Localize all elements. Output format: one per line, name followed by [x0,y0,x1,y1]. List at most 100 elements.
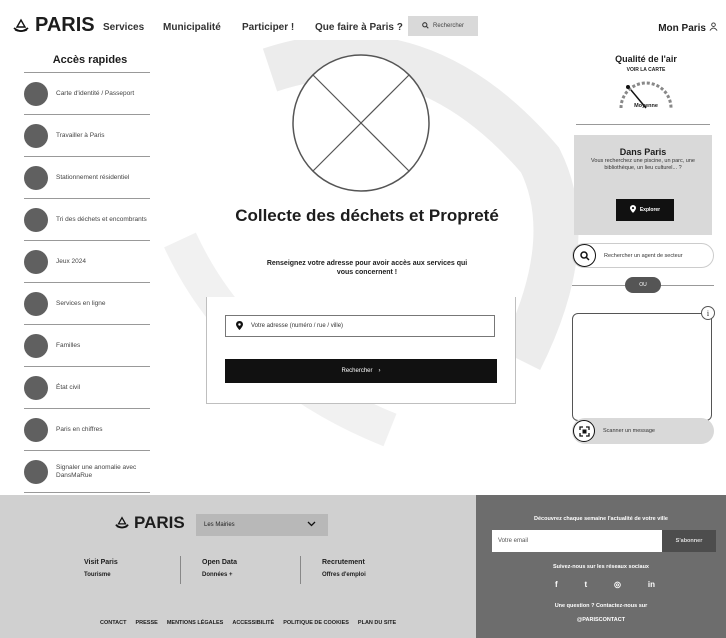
quick-access-label: Services en ligne [56,299,106,307]
quick-access-item[interactable]: Stationnement résidentiel [24,157,150,199]
mairies-select[interactable]: Les Mairies [196,514,328,536]
quick-access-item[interactable]: Tri des déchets et encombrants [24,199,150,241]
or-separator: OU [625,277,661,293]
quick-access-icon [24,291,48,316]
nav-services[interactable]: Services [103,22,144,33]
quick-access-title: Accès rapides [52,54,128,66]
nav-que-faire[interactable]: Que faire à Paris ? [315,22,403,33]
quick-access-label: Familles [56,341,81,349]
quick-access-label: Paris en chiffres [56,425,103,433]
quick-access-icon [24,333,48,358]
divider [576,124,710,125]
footer-column-title[interactable]: Visit Paris [84,559,194,566]
air-quality-title: Qualité de l'air [615,54,677,64]
contact-handle-link[interactable]: @PARISCONTACT [476,617,726,623]
user-icon [709,22,718,34]
linkedin-icon[interactable]: in [648,580,655,589]
footer-column-recruitment: Recrutement Offres d'emploi [322,559,432,578]
quick-access-label: Carte d'identité / Passeport [56,89,135,97]
paris-ship-icon [115,516,129,529]
quick-access-label: Jeux 2024 [56,257,86,265]
footer-link-sitemap[interactable]: PLAN DU SITE [358,620,396,626]
footer-column-visit: Visit Paris Tourisme [84,559,194,578]
address-placeholder: Votre adresse (numéro / rue / ville) [251,323,344,329]
footer-paris-logo[interactable]: PARIS [114,513,185,533]
quick-access-icon [24,165,48,190]
quick-access-item[interactable]: Paris en chiffres [24,409,150,451]
facebook-icon[interactable]: f [555,580,558,589]
nav-participer[interactable]: Participer ! [242,22,294,33]
info-icon[interactable]: i [701,306,715,320]
scan-message-button[interactable]: Scanner un message [572,418,714,444]
footer-separator [300,556,301,584]
chevron-down-icon [307,521,316,529]
footer-links: CONTACT PRESSE MENTIONS LÉGALES ACCESSIB… [100,620,396,626]
location-pin-icon [629,205,636,215]
dans-paris-title: Dans Paris [619,147,667,157]
air-quality-map-link[interactable]: VOIR LA CARTE [586,67,706,73]
address-input[interactable]: Votre adresse (numéro / rue / ville) [225,315,495,337]
address-submit-button[interactable]: Rechercher › [225,359,497,383]
newsletter-email-input[interactable]: Votre email [492,530,662,552]
quick-access-icon [24,375,48,400]
account-link[interactable]: Mon Paris [658,22,718,34]
quick-access-list: Carte d'identité / Passeport Travailler … [24,72,150,493]
agent-search-label: Rechercher un agent de secteur [604,252,683,259]
quick-access-icon [24,459,48,484]
instagram-icon[interactable]: ◎ [614,580,621,589]
quick-access-label: Stationnement résidentiel [56,173,130,181]
paris-logo[interactable]: PARIS [12,14,95,37]
footer-column-title[interactable]: Recrutement [322,559,432,566]
quick-access-item[interactable]: Jeux 2024 [24,241,150,283]
footer-column-link[interactable]: Tourisme [84,572,194,578]
search-icon [422,21,429,31]
newsletter-title: Découvrez chaque semaine l'actualité de … [534,516,668,522]
nav-municipalite[interactable]: Municipalité [163,22,221,33]
account-label: Mon Paris [658,22,706,34]
search-icon [573,244,596,267]
agent-search-button[interactable]: Rechercher un agent de secteur [572,243,714,268]
quick-access-item[interactable]: Carte d'identité / Passeport [24,73,150,115]
footer-separator [180,556,181,584]
twitter-icon[interactable]: t [585,580,588,589]
explore-button[interactable]: Explorer [616,199,674,221]
quick-access-label: Signaler une anomalie avec DansMaRue [56,463,137,479]
address-submit-label: Rechercher [341,368,373,374]
qr-scan-icon [573,420,595,442]
footer-link-accessibilite[interactable]: ACCESSIBILITÉ [232,620,274,626]
quick-access-item[interactable]: Signaler une anomalie avec DansMaRue [24,451,150,493]
quick-access-item[interactable]: État civil [24,367,150,409]
dans-paris-text: Vous recherchez une piscine, un parc, un… [591,158,695,171]
quick-access-item[interactable]: Familles [24,325,150,367]
quick-access-icon [24,207,48,232]
chevron-right-icon: › [378,368,381,374]
quick-access-icon [24,417,48,442]
quick-access-icon [24,81,48,106]
explore-label: Explorer [639,207,661,213]
message-textarea[interactable] [572,313,712,421]
footer-link-contact[interactable]: CONTACT [100,620,126,626]
footer-column-title[interactable]: Open Data [202,559,312,566]
mairies-select-value: Les Mairies [204,522,235,528]
footer-link-presse[interactable]: PRESSE [135,620,157,626]
footer-column-link[interactable]: Offres d'emploi [322,572,432,578]
quick-access-item[interactable]: Services en ligne [24,283,150,325]
newsletter-subscribe-button[interactable]: S'abonner [662,530,716,552]
footer-column-link[interactable]: Données + [202,572,312,578]
quick-access-icon [24,249,48,274]
footer-link-mentions[interactable]: MENTIONS LÉGALES [167,620,224,626]
scan-message-label: Scanner un message [603,428,655,434]
paris-ship-icon [13,18,29,32]
search-button[interactable]: Rechercher [408,16,478,36]
footer-column-open-data: Open Data Données + [202,559,312,578]
quick-access-label: Travailler à Paris [56,131,105,139]
location-pin-icon [236,320,243,332]
air-quality-level: Moyenne [634,103,658,109]
hero-image-placeholder [292,54,430,192]
quick-access-item[interactable]: Travailler à Paris [24,115,150,157]
social-title: Suivez-nous sur les réseaux sociaux [553,564,649,570]
contact-question-title: Une question ? Contactez-nous sur [554,603,648,609]
social-links: f t ◎ in [555,580,655,589]
footer-link-cookies[interactable]: POLITIQUE DE COOKIES [283,620,349,626]
quick-access-label: Tri des déchets et encombrants [56,215,147,223]
